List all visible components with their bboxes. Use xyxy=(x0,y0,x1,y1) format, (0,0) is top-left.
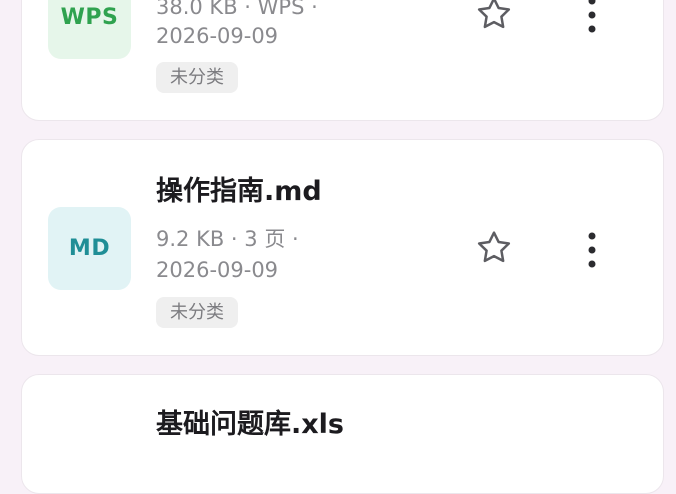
file-meta: 38.0 KB · WPS · xyxy=(156,0,318,19)
file-card[interactable]: 基础问题库.xls xyxy=(21,374,664,494)
file-card[interactable]: MD 操作指南.md 9.2 KB · 3 页 · 2026-09-09 未分类 xyxy=(21,139,664,356)
wps-file-icon: WPS xyxy=(48,0,131,59)
separator: · xyxy=(224,227,245,251)
md-file-icon: MD xyxy=(48,207,131,290)
file-size: 38.0 KB xyxy=(156,0,238,19)
file-meta: 9.2 KB · 3 页 · xyxy=(156,223,299,253)
star-icon[interactable] xyxy=(474,0,514,34)
file-card[interactable]: WPS 38.0 KB · WPS · 2026-09-09 未分类 xyxy=(21,0,664,121)
file-date: 2026-09-09 xyxy=(156,24,279,48)
category-tag[interactable]: 未分类 xyxy=(156,297,238,328)
page-count: 3 页 xyxy=(244,227,286,251)
category-tag[interactable]: 未分类 xyxy=(156,62,238,93)
file-size: 9.2 KB xyxy=(156,227,225,251)
separator: · xyxy=(285,227,299,251)
more-options-icon[interactable] xyxy=(580,228,604,272)
star-icon[interactable] xyxy=(474,228,514,268)
file-date: 2026-09-09 xyxy=(156,258,279,282)
more-options-icon[interactable] xyxy=(580,0,604,37)
separator: · xyxy=(304,0,318,19)
file-title[interactable]: 操作指南.md xyxy=(156,169,322,208)
file-title[interactable]: 基础问题库.xls xyxy=(156,402,344,441)
file-type-label: MD xyxy=(68,236,111,261)
file-type-label: WPS xyxy=(60,5,119,30)
separator: · xyxy=(237,0,258,19)
file-kind: WPS xyxy=(257,0,305,19)
